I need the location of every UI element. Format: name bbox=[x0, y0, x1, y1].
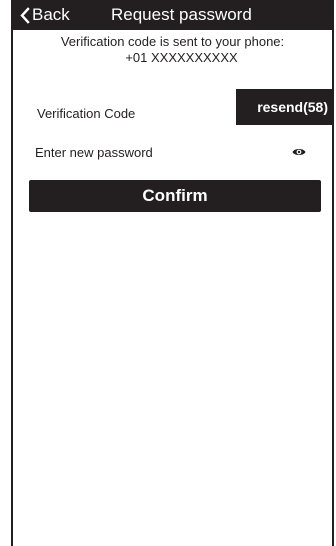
verification-code-row: Verification Code resend(58) bbox=[13, 89, 332, 125]
page-title: Request password bbox=[111, 5, 252, 24]
chevron-left-icon bbox=[20, 6, 30, 24]
phone-number: +01 XXXXXXXXXX bbox=[125, 50, 238, 65]
verification-notice: Verification code is sent to your phone:… bbox=[13, 34, 332, 66]
confirm-button[interactable]: Confirm bbox=[29, 180, 321, 212]
notice-text: Verification code is sent to your phone: bbox=[60, 34, 285, 49]
verification-code-field[interactable]: Verification Code bbox=[37, 106, 135, 121]
header-bar: Back Request password bbox=[13, 0, 332, 30]
eye-icon[interactable] bbox=[292, 147, 306, 157]
back-label: Back bbox=[32, 5, 70, 24]
back-button[interactable]: Back bbox=[19, 0, 70, 30]
phone-screen: Back Request password Verification code … bbox=[11, 0, 334, 546]
new-password-input[interactable] bbox=[35, 140, 285, 164]
new-password-row bbox=[13, 140, 332, 164]
resend-button[interactable]: resend(58) bbox=[236, 89, 332, 125]
